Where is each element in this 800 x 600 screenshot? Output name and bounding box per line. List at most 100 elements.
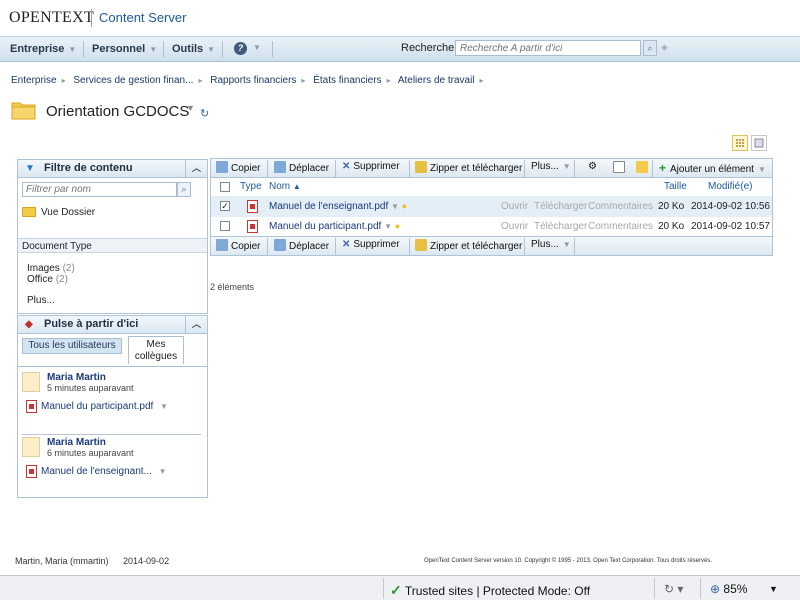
filter-input[interactable] xyxy=(22,182,177,197)
table-row[interactable]: Manuel du participant.pdf ▼ ● Ouvrir Tél… xyxy=(211,216,772,237)
avatar[interactable] xyxy=(22,437,40,457)
file-link[interactable]: Manuel de l'enseignant.pdf xyxy=(269,201,388,212)
type-filter-images[interactable]: Images (2) xyxy=(27,263,75,274)
breadcrumb-item[interactable]: Ateliers de travail xyxy=(398,75,475,86)
folder-icon xyxy=(22,207,36,218)
chevron-down-icon[interactable]: ▼ xyxy=(253,43,261,52)
refresh-icon[interactable]: ↻ xyxy=(200,107,209,120)
avatar[interactable] xyxy=(22,372,40,392)
tab-all-users[interactable]: Tous les utilisateurs xyxy=(22,338,122,354)
action-toolbar-bottom: Copier Déplacer ✕ Supprimer Zipper et tél… xyxy=(210,236,773,256)
search-options-icon[interactable]: ◈ xyxy=(661,42,668,53)
column-header-size[interactable]: Taille xyxy=(664,181,687,192)
document-link[interactable]: Manuel de l'enseignant... xyxy=(41,466,152,477)
delete-button[interactable]: ✕ Supprimer xyxy=(342,161,400,172)
pdf-icon xyxy=(247,200,258,213)
comments-action[interactable]: Commentaires xyxy=(588,221,653,232)
grid-view-icon[interactable] xyxy=(732,135,748,151)
delete-icon: ✕ xyxy=(342,161,351,172)
breadcrumb-item[interactable]: États financiers xyxy=(313,75,381,86)
select-all-checkbox[interactable] xyxy=(220,182,230,192)
chevron-down-icon: ▼ xyxy=(562,240,571,249)
status-divider xyxy=(383,578,384,599)
toolbar-divider xyxy=(267,238,268,255)
chevron-down-icon[interactable]: ▼ xyxy=(384,222,392,231)
move-button[interactable]: Déplacer xyxy=(274,239,329,252)
pulse-document: Manuel du participant.pdf ▼ xyxy=(26,400,168,413)
search-icon[interactable]: ⌕ xyxy=(177,182,191,197)
download-action[interactable]: Télécharger xyxy=(534,221,587,232)
sort-ascending-icon: ▲ xyxy=(292,182,301,191)
protected-mode-icon[interactable]: ↻ ▾ xyxy=(664,582,683,596)
delete-button[interactable]: ✕ Supprimer xyxy=(342,239,400,250)
button-label: Supprimer xyxy=(353,161,400,172)
tab-my-colleagues[interactable]: Mes collègues xyxy=(128,336,184,364)
open-action[interactable]: Ouvrir xyxy=(501,201,528,212)
nav-entreprise[interactable]: Entreprise ▼ xyxy=(10,43,76,55)
row-type xyxy=(247,200,258,213)
chevron-down-icon[interactable]: ▼ xyxy=(769,584,778,594)
new-document-icon[interactable] xyxy=(613,161,628,174)
type-filter-office[interactable]: Office (2) xyxy=(27,274,68,285)
search-icon[interactable]: ⌕ xyxy=(643,40,657,56)
list-view-icon[interactable] xyxy=(751,135,767,151)
chevron-down-icon[interactable]: ▼ xyxy=(186,103,195,113)
status-divider xyxy=(654,578,655,599)
zip-download-button[interactable]: Zipper et télécharger xyxy=(415,239,522,252)
search-input[interactable] xyxy=(455,40,641,56)
lightbulb-icon[interactable]: ● xyxy=(402,201,407,211)
folder-icon xyxy=(11,102,36,120)
row-name[interactable]: Manuel du participant.pdf ▼ ● xyxy=(269,221,400,232)
checkmark-icon: ✓ xyxy=(390,582,402,598)
column-header-name[interactable]: Nom ▲ xyxy=(269,181,301,192)
action-toolbar-top: Copier Déplacer ✕ Supprimer Zipper et tél… xyxy=(210,158,773,178)
zoom-control[interactable]: ⊕ 85% xyxy=(710,582,747,596)
nav-personnel[interactable]: Personnel ▼ xyxy=(92,43,157,55)
settings-icon[interactable]: ⚙ xyxy=(588,161,597,172)
plus-icon: + xyxy=(659,161,667,175)
chevron-down-icon: ▼ xyxy=(207,45,216,54)
file-link[interactable]: Manuel du participant.pdf xyxy=(269,221,381,232)
breadcrumb-item[interactable]: Enterprise xyxy=(11,75,57,86)
nav-outils[interactable]: Outils ▼ xyxy=(172,43,215,55)
more-button[interactable]: Plus... ▼ xyxy=(531,239,571,250)
status-divider xyxy=(700,578,701,599)
button-label: Zipper et télécharger xyxy=(430,241,523,252)
lightbulb-icon[interactable]: ● xyxy=(395,221,400,231)
more-types-link[interactable]: Plus... xyxy=(27,295,55,306)
user-name[interactable]: Maria Martin xyxy=(47,437,106,448)
collapse-icon[interactable]: ︿ xyxy=(185,160,207,177)
folder-view-item[interactable]: Vue Dossier xyxy=(22,207,95,218)
row-checkbox[interactable]: ✓ xyxy=(220,201,230,211)
toolbar-divider xyxy=(267,160,268,177)
breadcrumb-item[interactable]: Services de gestion finan... xyxy=(73,75,193,86)
new-folder-icon[interactable] xyxy=(636,161,651,174)
copy-button[interactable]: Copier xyxy=(216,239,260,252)
open-action[interactable]: Ouvrir xyxy=(501,221,528,232)
more-button[interactable]: Plus... ▼ xyxy=(531,161,571,172)
column-header-modified[interactable]: Modifié(e) xyxy=(708,181,752,192)
row-name[interactable]: Manuel de l'enseignant.pdf ▼ ● xyxy=(269,201,407,212)
row-checkbox[interactable] xyxy=(220,221,230,231)
table-row[interactable]: ✓ Manuel de l'enseignant.pdf ▼ ● Ouvrir … xyxy=(211,196,772,217)
delete-icon: ✕ xyxy=(342,239,351,250)
column-header-type[interactable]: Type xyxy=(240,181,262,192)
document-link[interactable]: Manuel du participant.pdf xyxy=(41,401,153,412)
add-item-button[interactable]: + Ajouter un élément ▼ xyxy=(659,161,766,175)
move-button[interactable]: Déplacer xyxy=(274,161,329,174)
chevron-down-icon: ▼ xyxy=(757,165,766,174)
security-zone[interactable]: ✓ Trusted sites | Protected Mode: Off xyxy=(390,582,590,599)
zip-download-button[interactable]: Zipper et télécharger xyxy=(415,161,522,174)
user-name[interactable]: Maria Martin xyxy=(47,372,106,383)
copy-button[interactable]: Copier xyxy=(216,161,260,174)
folder-icon xyxy=(636,161,648,173)
download-action[interactable]: Télécharger xyxy=(534,201,587,212)
chevron-down-icon[interactable]: ▼ xyxy=(160,402,168,411)
chevron-down-icon[interactable]: ▼ xyxy=(159,467,167,476)
breadcrumb-item[interactable]: Rapports financiers xyxy=(210,75,296,86)
help-icon[interactable]: ? xyxy=(234,42,247,55)
chevron-down-icon[interactable]: ▼ xyxy=(391,202,399,211)
zone-label: Trusted sites | Protected Mode: Off xyxy=(404,584,591,598)
collapse-icon[interactable]: ︿ xyxy=(185,316,207,333)
comments-action[interactable]: Commentaires xyxy=(588,201,653,212)
